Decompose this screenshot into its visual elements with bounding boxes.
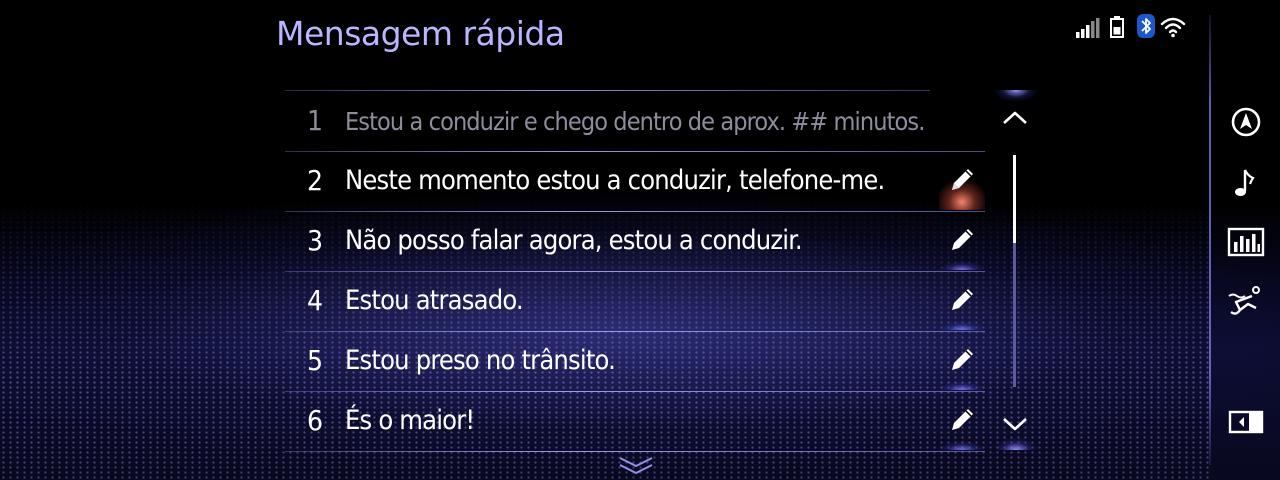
message-number: 5	[306, 344, 324, 377]
navigation-icon[interactable]	[1226, 104, 1266, 140]
seat-climate-icon[interactable]	[1226, 284, 1266, 320]
message-row-5[interactable]: 5 Estou preso no trânsito.	[285, 332, 985, 392]
sidebar-divider	[1209, 15, 1211, 465]
quick-message-screen: Mensagem rápida 1 Estou a conduzir e che…	[0, 0, 1280, 480]
message-number: 1	[306, 104, 324, 137]
button-glow	[939, 256, 985, 270]
wifi-icon	[1160, 17, 1186, 38]
edit-message-button[interactable]	[937, 392, 987, 450]
message-number: 4	[306, 284, 324, 317]
edit-message-button[interactable]	[937, 212, 987, 270]
message-row-6[interactable]: 6 És o maior!	[285, 392, 985, 452]
message-text: Neste momento estou a conduzir, telefone…	[345, 165, 885, 196]
double-chevron-down-icon	[619, 457, 653, 475]
scroll-track[interactable]	[1013, 155, 1016, 387]
edit-message-button[interactable]	[937, 272, 987, 330]
message-text: Estou preso no trânsito.	[345, 345, 616, 376]
row-divider	[285, 451, 985, 452]
chevron-down-icon[interactable]	[1002, 416, 1028, 432]
battery-icon	[1110, 16, 1124, 38]
list-scrollbar[interactable]	[990, 90, 1040, 450]
message-text: Não posso falar agora, estou a conduzir.	[345, 225, 803, 256]
chevron-up-icon[interactable]	[1002, 110, 1028, 126]
pencil-icon	[952, 229, 973, 250]
message-row-4[interactable]: 4 Estou atrasado.	[285, 272, 985, 332]
message-text: És o maior!	[345, 405, 475, 436]
message-number: 2	[306, 164, 324, 197]
scroll-up-glow	[995, 90, 1037, 104]
status-bar	[1076, 14, 1194, 42]
pencil-icon	[952, 409, 973, 430]
message-row-1[interactable]: 1 Estou a conduzir e chego dentro de apr…	[285, 92, 985, 152]
audio-equalizer-icon[interactable]	[1226, 224, 1266, 260]
pencil-icon	[952, 349, 973, 370]
bluetooth-icon	[1137, 14, 1155, 38]
button-glow	[939, 316, 985, 330]
display-toggle-icon[interactable]	[1226, 404, 1266, 440]
scroll-down-glow	[995, 436, 1037, 450]
scroll-thumb[interactable]	[1013, 155, 1016, 244]
edit-message-button[interactable]	[937, 152, 987, 210]
message-text: Estou a conduzir e chego dentro de aprox…	[345, 107, 925, 136]
music-note-icon[interactable]	[1226, 164, 1266, 200]
page-title: Mensagem rápida	[276, 14, 565, 53]
list-top-divider	[285, 90, 930, 91]
pencil-icon	[952, 289, 973, 310]
message-row-3[interactable]: 3 Não posso falar agora, estou a conduzi…	[285, 212, 985, 272]
message-number: 6	[306, 404, 324, 437]
pencil-icon	[952, 169, 973, 190]
button-glow	[939, 376, 985, 390]
message-number: 3	[306, 224, 324, 257]
message-row-2[interactable]: 2 Neste momento estou a conduzir, telefo…	[285, 152, 985, 212]
signal-strength-icon	[1076, 18, 1100, 38]
edit-message-button[interactable]	[937, 332, 987, 390]
button-glow	[939, 436, 985, 450]
message-text: Estou atrasado.	[345, 285, 524, 316]
